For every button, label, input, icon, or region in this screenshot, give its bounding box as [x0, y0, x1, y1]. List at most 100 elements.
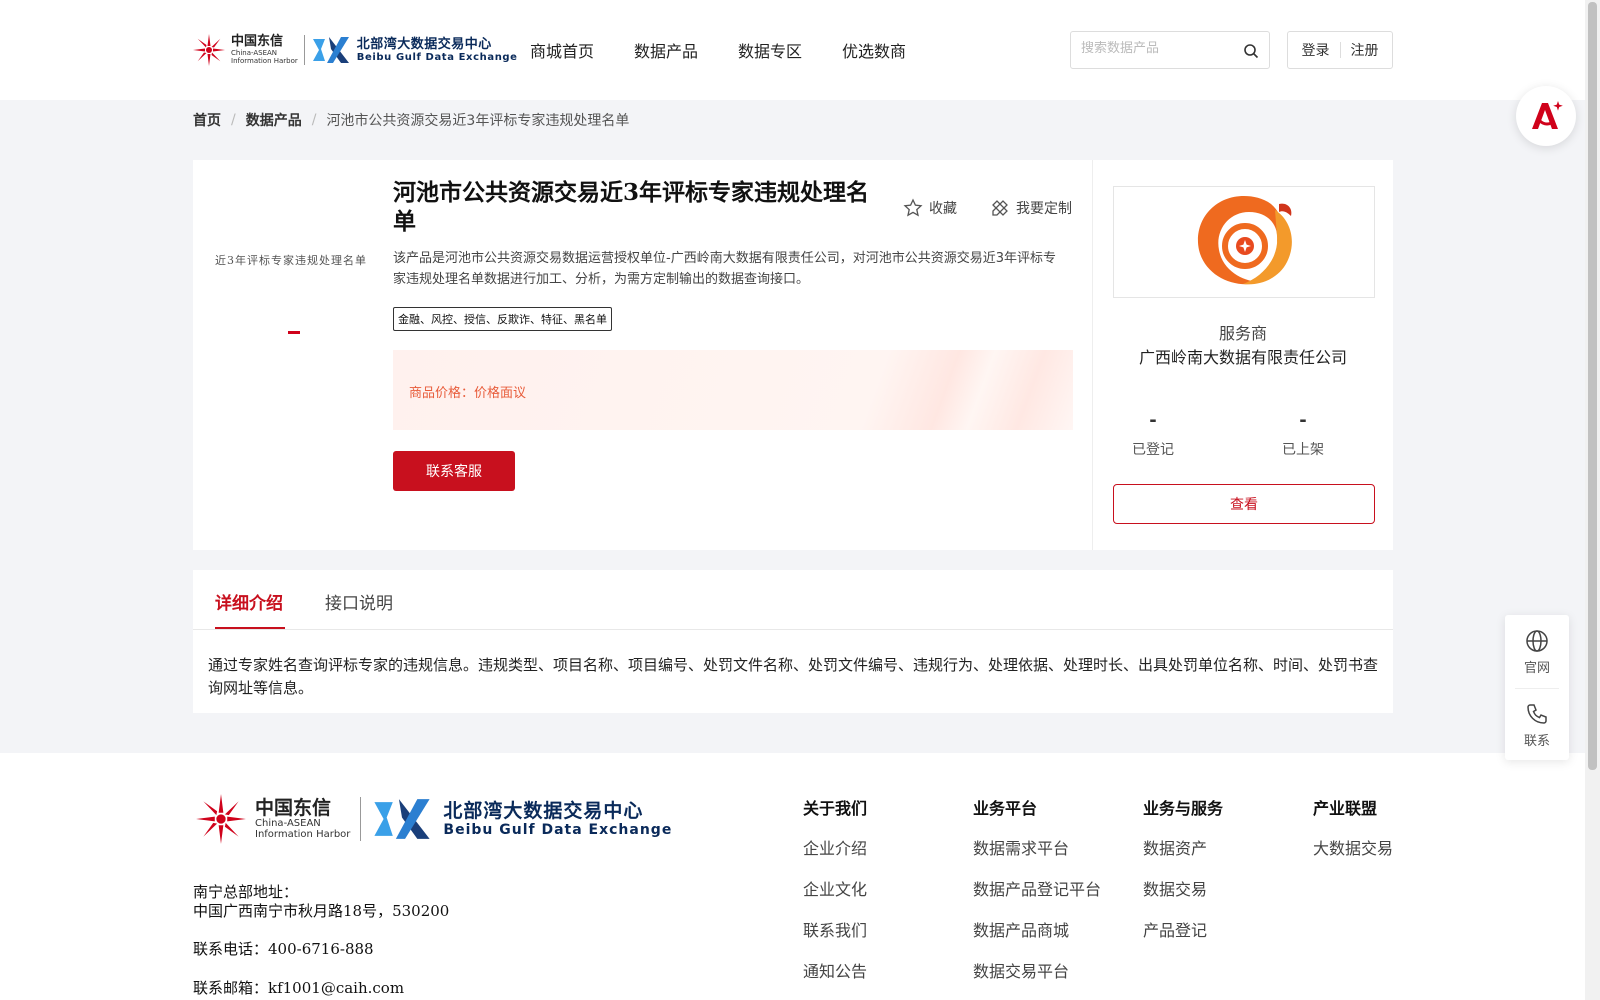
- top-header: 中国东信 China-ASEAN Information Harbor 北部湾大…: [0, 0, 1585, 100]
- contact-label: 联系: [1523, 734, 1550, 749]
- price-label: 商品价格：价格面议: [409, 386, 527, 401]
- footer-phone: 联系电话：400-6716-888: [193, 940, 374, 958]
- footer-col-services: 业务与服务 数据资产 数据交易 产品登记: [1143, 795, 1223, 958]
- footer-link[interactable]: 数据产品商城: [973, 917, 1101, 941]
- phone-icon: [1527, 704, 1547, 724]
- tab-api-docs[interactable]: 接口说明: [325, 589, 393, 614]
- footer-link[interactable]: 通知公告: [803, 958, 867, 982]
- logo-cn: 中国东信: [231, 34, 284, 49]
- footer-col-title: 关于我们: [803, 799, 868, 818]
- logo-en1: China-ASEAN: [231, 49, 278, 57]
- footer-link[interactable]: 数据交易平台: [973, 958, 1101, 982]
- provider-role: 服务商: [1218, 324, 1267, 343]
- footer: 中国东信 China-ASEAN Information Harbor 北部湾大…: [0, 753, 1585, 1000]
- product-tags: 金融、风控、授信、反欺诈、特征、黑名单: [393, 307, 612, 331]
- contact-service-button[interactable]: 联系客服: [393, 451, 515, 491]
- detail-tabs-card: 详细介绍 接口说明 通过专家姓名查询评标专家的违规信息。违规类型、项目名称、项目…: [193, 570, 1393, 713]
- nav-data-zone[interactable]: 数据专区: [738, 38, 802, 62]
- contact-shortcut[interactable]: 联系: [1505, 702, 1569, 749]
- favorite-label: 收藏: [929, 201, 957, 217]
- bgx-cn: 北部湾大数据交易中心: [356, 36, 492, 52]
- footer-col-title: 业务与服务: [1143, 799, 1224, 818]
- footer-bgx-en: Beibu Gulf Data Exchange: [443, 822, 673, 838]
- footer-link[interactable]: 企业介绍: [803, 835, 867, 859]
- footer-address: 中国广西南宁市秋月路18号，530200: [193, 902, 450, 920]
- login-link[interactable]: 登录: [1302, 40, 1330, 60]
- footer-link[interactable]: 数据资产: [1143, 835, 1223, 859]
- stat-registered: - 已登记: [1093, 410, 1213, 459]
- search-input[interactable]: [1081, 41, 1231, 56]
- stat-registered-label: 已登记: [1132, 442, 1174, 458]
- auth-buttons: 登录 注册: [1287, 31, 1393, 69]
- footer-col-alliance: 产业联盟 大数据交易: [1313, 795, 1393, 876]
- footer-link[interactable]: 大数据交易: [1313, 835, 1393, 859]
- stat-registered-value: -: [1149, 410, 1157, 431]
- footer-link[interactable]: 数据需求平台: [973, 835, 1101, 859]
- price-box: 商品价格：价格面议: [393, 350, 1073, 430]
- tab-details[interactable]: 详细介绍: [215, 589, 283, 614]
- register-link[interactable]: 注册: [1351, 40, 1379, 60]
- bgx-logo-icon: [312, 37, 349, 63]
- search-icon[interactable]: [1243, 43, 1259, 59]
- ai-assistant-button[interactable]: [1516, 86, 1576, 146]
- footer-col-platform: 业务平台 数据需求平台 数据产品登记平台 数据产品商城 数据交易平台: [973, 795, 1101, 999]
- product-description: 该产品是河池市公共资源交易数据运营授权单位-广西岭南大数据有限责任公司，对河池市…: [393, 251, 1056, 287]
- bgx-en: Beibu Gulf Data Exchange: [356, 51, 518, 63]
- footer-col-title: 产业联盟: [1313, 799, 1378, 818]
- float-divider: [1515, 688, 1559, 689]
- customize-icon: [992, 200, 1008, 216]
- breadcrumb-home[interactable]: 首页: [193, 110, 221, 130]
- provider-name: 广西岭南大数据有限责任公司: [1138, 348, 1347, 367]
- view-provider-button[interactable]: 查看: [1113, 484, 1375, 524]
- tab-bar: 详细介绍 接口说明: [193, 570, 1393, 630]
- page-scrollbar[interactable]: [1585, 0, 1600, 1000]
- breadcrumb-section[interactable]: 数据产品: [246, 110, 302, 130]
- footer-email: 联系邮箱：kf1001@caih.com: [193, 979, 405, 997]
- search-box: [1070, 31, 1270, 69]
- website-shortcut[interactable]: 官网: [1505, 629, 1569, 676]
- globe-icon: [1526, 630, 1548, 652]
- footer-link[interactable]: 联系我们: [803, 917, 867, 941]
- footer-link[interactable]: 产品登记: [1143, 917, 1223, 941]
- star-icon: [903, 198, 923, 217]
- nav-preferred-vendors[interactable]: 优选数商: [842, 38, 906, 62]
- breadcrumb: 首页 / 数据产品 / 河池市公共资源交易近3年评标专家违规处理名单: [193, 110, 629, 130]
- footer-col-about: 关于我们 企业介绍 企业文化 联系我们 通知公告: [803, 795, 867, 999]
- china-asean-logo-icon: [196, 794, 246, 844]
- footer-address-label: 南宁总部地址：: [193, 883, 299, 901]
- footer-logo-cn: 中国东信: [255, 797, 332, 819]
- footer-bgx-cn: 北部湾大数据交易中心: [443, 800, 644, 822]
- breadcrumb-current: 河池市公共资源交易近3年评标专家违规处理名单: [326, 113, 630, 129]
- scrollbar-thumb[interactable]: [1588, 2, 1597, 770]
- footer-col-title: 业务平台: [973, 799, 1038, 818]
- logo-divider: [303, 35, 305, 65]
- side-float-panel: 官网 联系: [1505, 615, 1569, 760]
- footer-logo-en2: Information Harbor: [255, 829, 351, 840]
- auth-divider: [1339, 42, 1341, 58]
- footer-logo-divider: [360, 797, 362, 841]
- product-thumbnail: 近3年评标专家违规处理名单: [193, 160, 393, 550]
- footer-link[interactable]: 数据交易: [1143, 876, 1223, 900]
- stat-listed: - 已上架: [1243, 410, 1363, 459]
- favorite-button[interactable]: 收藏: [903, 198, 957, 218]
- customize-button[interactable]: 我要定制: [990, 198, 1072, 218]
- customize-label: 我要定制: [1016, 201, 1072, 217]
- footer-link[interactable]: 数据产品登记平台: [973, 876, 1101, 900]
- site-logo[interactable]: 中国东信 China-ASEAN Information Harbor 北部湾大…: [191, 30, 518, 70]
- stat-listed-value: -: [1299, 410, 1307, 431]
- nav-home[interactable]: 商城首页: [530, 38, 594, 62]
- tab-content: 通过专家姓名查询评标专家的违规信息。违规类型、项目名称、项目编号、处罚文件名称、…: [208, 656, 1379, 697]
- provider-logo-icon: [1197, 196, 1292, 285]
- website-label: 官网: [1523, 661, 1550, 676]
- footer-link[interactable]: 企业文化: [803, 876, 867, 900]
- thumbnail-accent: [288, 331, 300, 334]
- china-asean-logo-icon: [193, 34, 225, 66]
- active-tab-indicator: [215, 627, 285, 629]
- stat-listed-label: 已上架: [1282, 442, 1324, 458]
- bgx-logo-icon: [374, 799, 431, 839]
- nav-data-products[interactable]: 数据产品: [634, 38, 698, 62]
- product-title: 河池市公共资源交易近3年评标专家违规处理名单: [393, 179, 870, 235]
- provider-logo: [1113, 186, 1375, 298]
- main-nav: 商城首页 数据产品 数据专区 优选数商: [530, 38, 906, 62]
- breadcrumb-separator: /: [231, 112, 236, 128]
